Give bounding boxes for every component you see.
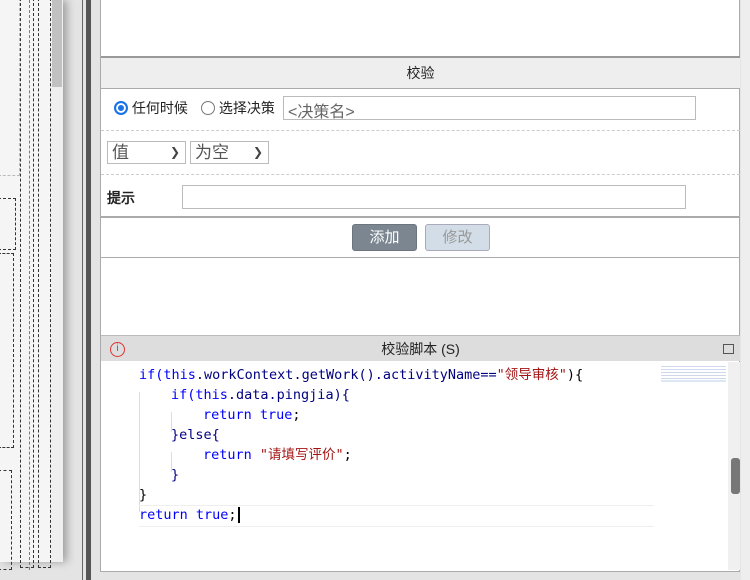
scroll-thumb[interactable]: [731, 458, 740, 494]
chevron-down-icon: ❯: [169, 145, 180, 159]
guide-line: [29, 0, 30, 570]
hint-label: 提示: [107, 190, 135, 206]
code-line: return true;: [139, 505, 240, 525]
code-line: }: [171, 467, 180, 483]
radio-select[interactable]: 选择决策: [201, 98, 275, 118]
code-line: if(this.data.pingjia){: [171, 387, 350, 403]
modify-button[interactable]: 修改: [425, 224, 490, 251]
radio-unchecked-icon: [201, 101, 215, 115]
hint-row: 提示: [101, 175, 740, 218]
info-icon[interactable]: i: [110, 342, 125, 357]
radio-any[interactable]: 任何时候: [114, 98, 188, 118]
outer-scrollbar[interactable]: [741, 0, 750, 580]
decision-input[interactable]: <决策名>: [283, 96, 696, 121]
code-line: }: [139, 487, 148, 503]
hint-input[interactable]: [182, 185, 686, 209]
condition-select-value: 为空: [195, 143, 229, 162]
field-select-value: 值: [112, 143, 129, 162]
code-line: if(this.workContext.getWork().activityNa…: [139, 367, 584, 383]
left-panel: [0, 0, 63, 570]
dashed-box: [0, 253, 14, 448]
validation-header: 校验: [101, 56, 740, 89]
scroll-thumb[interactable]: [52, 0, 62, 87]
script-title: 校验脚本 (S): [381, 341, 460, 357]
dashed-box: [0, 198, 16, 250]
radio-select-label: 选择决策: [218, 100, 275, 116]
radio-checked-icon: [114, 101, 128, 115]
dashed-box: [0, 0, 20, 176]
code-line: return true;: [203, 407, 301, 423]
minimap[interactable]: [661, 364, 726, 382]
field-select[interactable]: 值 ❯: [107, 141, 186, 164]
text-cursor: [237, 507, 240, 523]
properties-panel: 校验 任何时候 选择决策 <决策名> 值 ❯ 为空 ❯ 提示 添加 修改 i 校验脚…: [100, 0, 740, 572]
code-line: }else{: [171, 427, 220, 443]
dashed-box: [38, 0, 51, 568]
script-header: i 校验脚本 (S): [101, 335, 740, 361]
chevron-down-icon: ❯: [252, 145, 263, 159]
divider: [101, 257, 740, 258]
add-button[interactable]: 添加: [352, 224, 417, 251]
script-scrollbar[interactable]: [728, 362, 740, 570]
condition-select[interactable]: 为空 ❯: [190, 141, 269, 164]
radio-any-label: 任何时候: [131, 100, 188, 116]
decision-row: 任何时候 选择决策 <决策名>: [101, 90, 740, 131]
script-editor[interactable]: if(this.workContext.getWork().activityNa…: [104, 362, 728, 562]
dashed-box: [0, 470, 12, 570]
splitter[interactable]: [86, 0, 91, 580]
code-line: return "请填写评价";: [203, 447, 352, 463]
dashed-box: [20, 0, 34, 568]
divider: [82, 0, 83, 580]
left-scrollbar[interactable]: [51, 0, 63, 562]
restore-window-icon[interactable]: [723, 344, 734, 354]
condition-row: 值 ❯ 为空 ❯: [101, 131, 740, 175]
